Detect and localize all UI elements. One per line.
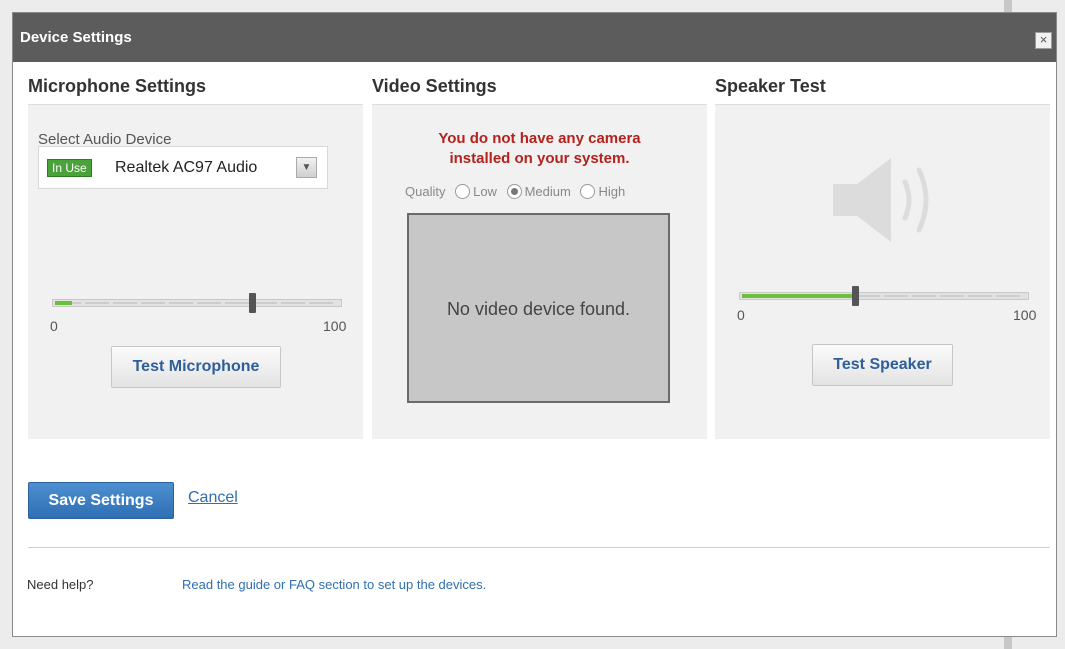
save-settings-button[interactable]: Save Settings: [28, 482, 174, 519]
close-button[interactable]: ×: [1035, 32, 1052, 49]
need-help-label: Need help?: [27, 577, 94, 592]
microphone-tick-min: 0: [50, 318, 58, 334]
quality-medium-radio[interactable]: [506, 184, 522, 200]
slider-segment: [996, 295, 1020, 297]
quality-low-radio[interactable]: [455, 184, 471, 200]
dialog-titlebar: Device Settings ×: [13, 13, 1056, 62]
cancel-link[interactable]: Cancel: [188, 489, 238, 507]
microphone-slider-thumb[interactable]: [249, 293, 256, 313]
quality-high-label: High: [598, 184, 626, 200]
slider-segment: [968, 295, 992, 297]
dialog-title: Device Settings: [20, 29, 132, 46]
video-settings-heading: Video Settings: [372, 76, 497, 96]
speaker-volume-slider[interactable]: [739, 286, 1029, 306]
test-microphone-button[interactable]: Test Microphone: [111, 346, 281, 388]
help-guide-link[interactable]: Read the guide or FAQ section to set up …: [182, 577, 486, 592]
slider-segment: [85, 302, 109, 304]
slider-segment: [197, 302, 221, 304]
microphone-tick-max: 100: [323, 318, 347, 334]
slider-segment: [141, 302, 165, 304]
quality-high-radio[interactable]: [580, 184, 596, 200]
slider-segment: [113, 302, 137, 304]
speaker-tick-max: 100: [1013, 307, 1037, 323]
no-camera-warning-line2: installed on your system.: [449, 150, 630, 167]
slider-segment: [940, 295, 964, 297]
slider-segment: [169, 302, 193, 304]
in-use-badge: In Use: [47, 159, 92, 177]
chevron-down-icon[interactable]: ▼: [296, 157, 317, 178]
slider-segment: [912, 295, 936, 297]
quality-medium-label: Medium: [524, 184, 571, 200]
speaker-volume-fill: [742, 294, 856, 298]
test-speaker-button[interactable]: Test Speaker: [812, 344, 953, 386]
speaker-tick-min: 0: [737, 307, 745, 323]
quality-label: Quality: [405, 184, 446, 200]
quality-low-label: Low: [473, 184, 497, 200]
slider-segment: [309, 302, 333, 304]
slider-segment: [253, 302, 277, 304]
footer-divider: [28, 547, 1050, 548]
no-video-device-message: No video device found.: [446, 299, 631, 319]
microphone-level-slider[interactable]: [52, 293, 342, 313]
video-preview: No video device found.: [407, 213, 670, 403]
slider-segment: [225, 302, 249, 304]
speaker-slider-thumb[interactable]: [852, 286, 859, 306]
video-quality-selector: Quality Low Medium High: [405, 183, 626, 200]
no-camera-warning-line1: You do not have any camera: [438, 130, 641, 147]
audio-device-select[interactable]: In Use Realtek AC97 Audio ▼: [38, 146, 328, 189]
no-camera-warning: You do not have any camera installed on …: [372, 129, 707, 169]
speaker-test-heading: Speaker Test: [715, 76, 826, 96]
slider-segment: [281, 302, 305, 304]
microphone-level-fill: [55, 301, 72, 305]
speaker-icon: [833, 158, 929, 242]
selected-audio-device: Realtek AC97 Audio: [115, 159, 258, 176]
microphone-settings-heading: Microphone Settings: [28, 76, 207, 96]
slider-segment: [856, 295, 880, 297]
close-icon: ×: [1039, 32, 1048, 47]
slider-segment: [884, 295, 908, 297]
